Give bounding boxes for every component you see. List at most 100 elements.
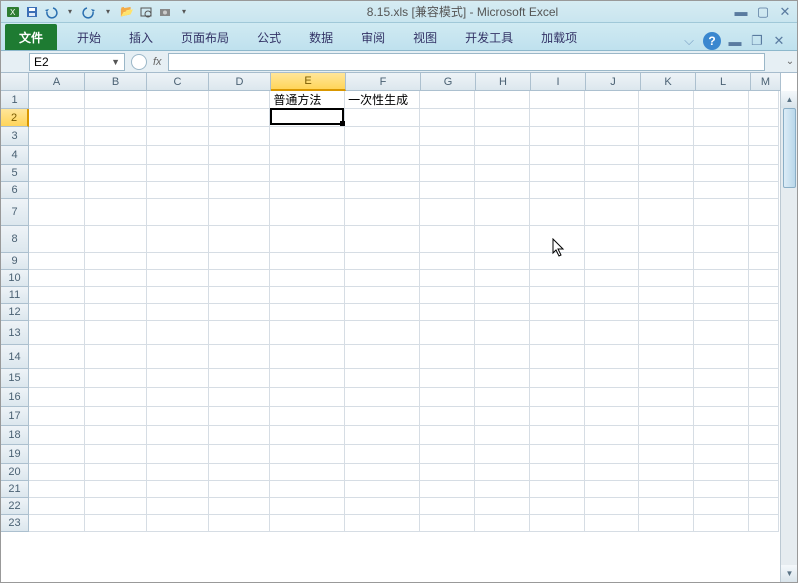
- cell[interactable]: [585, 109, 640, 127]
- cell[interactable]: [29, 304, 85, 321]
- cell[interactable]: [147, 253, 209, 270]
- cell[interactable]: [85, 498, 147, 515]
- tab-addins[interactable]: 加载项: [527, 24, 591, 50]
- cell[interactable]: [345, 369, 420, 388]
- print-preview-icon[interactable]: [138, 4, 154, 20]
- row-header[interactable]: 22: [1, 498, 29, 515]
- cell[interactable]: [475, 165, 530, 182]
- cell[interactable]: [694, 199, 749, 226]
- tab-view[interactable]: 视图: [399, 24, 451, 50]
- cell[interactable]: [345, 426, 420, 445]
- cell[interactable]: [345, 165, 420, 182]
- cell[interactable]: [345, 407, 420, 426]
- cell[interactable]: [270, 515, 345, 532]
- cell[interactable]: [475, 146, 530, 165]
- cell[interactable]: [530, 407, 585, 426]
- cell[interactable]: [85, 426, 147, 445]
- cell[interactable]: [85, 270, 147, 287]
- cell[interactable]: [694, 304, 749, 321]
- scroll-down-icon[interactable]: ▼: [781, 565, 797, 582]
- cell[interactable]: [585, 165, 640, 182]
- formula-expand-icon[interactable]: ⌄: [783, 56, 797, 67]
- cell[interactable]: [530, 321, 585, 345]
- cell[interactable]: [475, 182, 530, 199]
- cell[interactable]: [147, 226, 209, 253]
- cell[interactable]: [420, 270, 475, 287]
- cell[interactable]: [420, 388, 475, 407]
- tab-page-layout[interactable]: 页面布局: [167, 24, 243, 50]
- row-header[interactable]: 2: [1, 109, 29, 127]
- cell[interactable]: [420, 253, 475, 270]
- tab-data[interactable]: 数据: [295, 24, 347, 50]
- cell[interactable]: [749, 165, 779, 182]
- cell[interactable]: [639, 109, 694, 127]
- cell[interactable]: [147, 388, 209, 407]
- cell[interactable]: [639, 304, 694, 321]
- scroll-up-icon[interactable]: ▲: [781, 91, 797, 108]
- cell[interactable]: [85, 109, 147, 127]
- cell[interactable]: [209, 498, 271, 515]
- cell[interactable]: [639, 199, 694, 226]
- cell[interactable]: [270, 464, 345, 481]
- workbook-restore-icon[interactable]: ❐: [749, 33, 765, 49]
- cell[interactable]: [345, 464, 420, 481]
- cell[interactable]: [420, 182, 475, 199]
- undo-icon[interactable]: [43, 4, 59, 20]
- cell[interactable]: [147, 464, 209, 481]
- cell[interactable]: [694, 253, 749, 270]
- cell[interactable]: [475, 226, 530, 253]
- cell[interactable]: [585, 369, 640, 388]
- cell[interactable]: [694, 287, 749, 304]
- cell[interactable]: [749, 109, 779, 127]
- row-header[interactable]: 5: [1, 165, 29, 182]
- cell[interactable]: [147, 287, 209, 304]
- cell[interactable]: [475, 407, 530, 426]
- select-all-corner[interactable]: [1, 73, 29, 91]
- tab-developer[interactable]: 开发工具: [451, 24, 527, 50]
- cell[interactable]: [585, 91, 640, 109]
- cell[interactable]: [585, 127, 640, 146]
- cell[interactable]: [85, 464, 147, 481]
- cell[interactable]: [530, 109, 585, 127]
- cell[interactable]: [147, 199, 209, 226]
- cell[interactable]: [85, 369, 147, 388]
- column-header[interactable]: I: [531, 73, 586, 91]
- cell[interactable]: [420, 287, 475, 304]
- cell[interactable]: [749, 445, 779, 464]
- cell[interactable]: [147, 498, 209, 515]
- cell[interactable]: [209, 304, 271, 321]
- cell[interactable]: [749, 127, 779, 146]
- cell[interactable]: [585, 445, 640, 464]
- cell[interactable]: [694, 369, 749, 388]
- cell[interactable]: [29, 481, 85, 498]
- cell[interactable]: [85, 91, 147, 109]
- cell[interactable]: [694, 165, 749, 182]
- cell[interactable]: [585, 182, 640, 199]
- file-tab[interactable]: 文件: [5, 24, 57, 50]
- row-header[interactable]: 20: [1, 464, 29, 481]
- row-header[interactable]: 13: [1, 321, 29, 345]
- cell[interactable]: [85, 146, 147, 165]
- cell[interactable]: [345, 515, 420, 532]
- cell[interactable]: [345, 270, 420, 287]
- cell[interactable]: [209, 464, 271, 481]
- cell[interactable]: [420, 426, 475, 445]
- cell[interactable]: [749, 515, 779, 532]
- cell[interactable]: [639, 287, 694, 304]
- column-header[interactable]: J: [586, 73, 641, 91]
- vertical-scrollbar[interactable]: ▲ ▼: [780, 91, 797, 582]
- cell[interactable]: [147, 146, 209, 165]
- cell[interactable]: [749, 182, 779, 199]
- row-header[interactable]: 8: [1, 226, 29, 253]
- cell[interactable]: [270, 253, 345, 270]
- cell[interactable]: [209, 91, 271, 109]
- column-header[interactable]: B: [85, 73, 147, 91]
- cell[interactable]: [749, 199, 779, 226]
- cell[interactable]: [639, 369, 694, 388]
- cell[interactable]: [85, 226, 147, 253]
- cell[interactable]: [29, 321, 85, 345]
- cell[interactable]: [29, 407, 85, 426]
- cell[interactable]: [209, 182, 271, 199]
- cell[interactable]: [29, 91, 85, 109]
- cell[interactable]: [585, 407, 640, 426]
